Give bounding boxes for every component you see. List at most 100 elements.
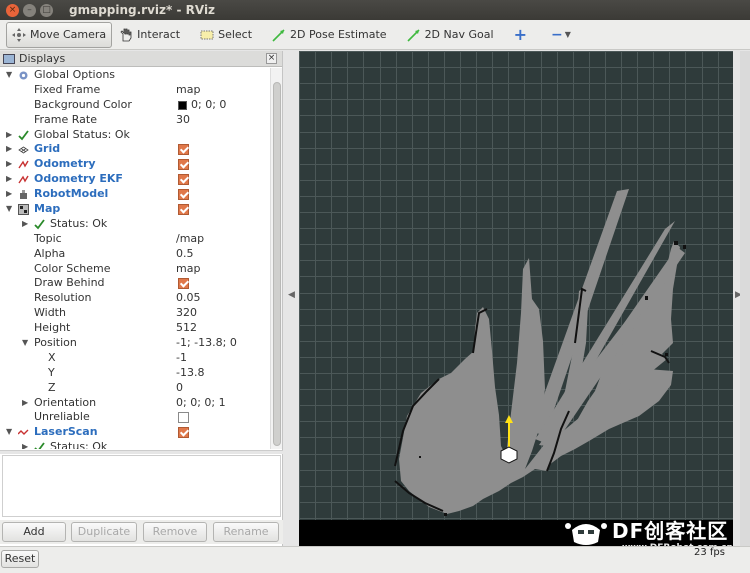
display-row[interactable]: ▶ Odometry xyxy=(0,157,270,172)
panel-close-icon[interactable]: × xyxy=(266,53,277,64)
expand-right-icon[interactable]: ▶ xyxy=(22,217,28,232)
display-row-value[interactable]: 512 xyxy=(176,321,197,336)
scrollbar-thumb[interactable] xyxy=(273,82,281,446)
display-row[interactable]: ▶ Orientation 0; 0; 0; 1 xyxy=(0,396,270,411)
display-row[interactable]: ▶ Global Status: Ok xyxy=(0,128,270,143)
enable-checkbox[interactable] xyxy=(178,189,189,201)
display-row[interactable]: ▶ Odometry EKF xyxy=(0,172,270,187)
expand-right-icon[interactable]: ▶ xyxy=(6,142,12,157)
display-row-value[interactable]: -13.8 xyxy=(176,366,204,381)
display-row[interactable]: Alpha 0.5 xyxy=(0,247,270,262)
expand-down-icon[interactable]: ▼ xyxy=(22,336,28,351)
tree-scrollbar[interactable] xyxy=(270,68,282,449)
display-row-value[interactable]: 320 xyxy=(176,306,197,321)
display-row-value[interactable]: -1; -13.8; 0 xyxy=(176,336,237,351)
expand-down-icon[interactable]: ▼ xyxy=(6,425,12,440)
remove-tool-button[interactable]: − ▼ xyxy=(546,22,576,48)
display-row[interactable]: Draw Behind xyxy=(0,276,270,291)
nav-goal-tool[interactable]: 2D Nav Goal xyxy=(402,22,499,48)
hand-icon xyxy=(119,28,133,42)
display-row[interactable]: Unreliable xyxy=(0,410,270,425)
display-row[interactable]: ▶ Grid xyxy=(0,142,270,157)
display-row-value[interactable]: 0; 0; 0; 1 xyxy=(176,396,226,411)
display-row[interactable]: ▶ RobotModel xyxy=(0,187,270,202)
expand-right-icon[interactable]: ▶ xyxy=(22,396,28,411)
nav-goal-label: 2D Nav Goal xyxy=(424,28,494,41)
add-tool-button[interactable]: + xyxy=(509,22,532,48)
window-title: gmapping.rviz* - RViz xyxy=(69,3,216,17)
map-obstacle-4 xyxy=(665,353,668,356)
expand-right-icon[interactable]: ▶ xyxy=(6,157,12,172)
rename-display-button[interactable]: Rename xyxy=(213,522,279,542)
display-row-label: Unreliable xyxy=(34,410,90,424)
display-row[interactable]: Frame Rate 30 xyxy=(0,113,270,128)
minimize-window-icon[interactable]: – xyxy=(23,3,36,17)
select-tool[interactable]: Select xyxy=(195,22,257,48)
left-collapse-arrow-icon[interactable]: ◀ xyxy=(288,290,295,300)
display-row-value[interactable]: /map xyxy=(176,232,204,247)
display-row-label: Status: Ok xyxy=(50,216,108,230)
monitor-icon xyxy=(3,53,15,64)
maximize-window-icon[interactable]: □ xyxy=(40,3,53,17)
display-row[interactable]: Height 512 xyxy=(0,321,270,336)
color-swatch[interactable] xyxy=(178,100,187,110)
expand-down-icon[interactable]: ▼ xyxy=(6,68,12,83)
display-row[interactable]: Width 320 xyxy=(0,306,270,321)
display-row-value[interactable]: -1 xyxy=(176,351,187,366)
display-row-label: Background Color xyxy=(34,97,132,111)
add-display-button[interactable]: Add xyxy=(2,522,66,542)
enable-checkbox[interactable] xyxy=(178,204,189,216)
display-row[interactable]: Z0 xyxy=(0,381,270,396)
interact-tool[interactable]: Interact xyxy=(114,22,185,48)
enable-checkbox[interactable] xyxy=(178,159,189,171)
duplicate-display-button[interactable]: Duplicate xyxy=(71,522,137,542)
display-row[interactable]: Color Scheme map xyxy=(0,262,270,277)
display-row-value[interactable]: 0; 0; 0 xyxy=(191,98,226,113)
pose-estimate-tool[interactable]: 2D Pose Estimate xyxy=(267,22,392,48)
render-view[interactable] xyxy=(299,51,733,546)
display-row-label: Global Options xyxy=(34,68,116,81)
grid-icon xyxy=(18,144,29,155)
panel-splitter[interactable] xyxy=(0,450,283,454)
expand-right-icon[interactable]: ▶ xyxy=(6,128,12,143)
display-row-value[interactable]: 0.05 xyxy=(176,291,201,306)
close-window-icon[interactable]: × xyxy=(6,3,19,17)
expand-right-icon[interactable]: ▶ xyxy=(6,187,12,202)
enable-checkbox[interactable] xyxy=(178,278,189,290)
display-row-value[interactable]: map xyxy=(176,83,200,98)
display-row[interactable]: ▶ Status: Ok xyxy=(0,217,270,232)
display-row[interactable]: ▼ Map xyxy=(0,202,270,217)
property-description-box xyxy=(2,455,281,517)
expand-right-icon[interactable]: ▶ xyxy=(6,172,12,187)
expand-down-icon[interactable]: ▼ xyxy=(6,202,12,217)
enable-checkbox[interactable] xyxy=(178,174,189,186)
enable-checkbox[interactable] xyxy=(178,427,189,439)
display-row[interactable]: Fixed Frame map xyxy=(0,83,270,98)
display-row-value[interactable]: 30 xyxy=(176,113,190,128)
reset-button[interactable]: Reset xyxy=(1,550,39,568)
remove-display-button[interactable]: Remove xyxy=(143,522,207,542)
move-camera-tool[interactable]: Move Camera xyxy=(6,21,113,48)
display-row[interactable]: ▼ Global Options xyxy=(0,68,270,83)
display-row-label: Resolution xyxy=(34,291,92,305)
display-row-label: Y xyxy=(48,365,55,379)
display-row[interactable]: ▶ Status: Ok xyxy=(0,440,270,449)
title-bar: × – □ gmapping.rviz* - RViz xyxy=(0,0,750,20)
display-row[interactable]: X -1 xyxy=(0,351,270,366)
enable-checkbox[interactable] xyxy=(178,412,189,424)
robot-icon xyxy=(18,189,29,200)
display-row-label: Status: Ok xyxy=(50,440,108,449)
display-row[interactable]: ▼ Position -1; -13.8; 0 xyxy=(0,336,270,351)
display-row[interactable]: Resolution 0.05 xyxy=(0,291,270,306)
display-row-value[interactable]: map xyxy=(176,262,200,277)
display-row[interactable]: Background Color 0; 0; 0 xyxy=(0,98,270,113)
expand-right-icon[interactable]: ▶ xyxy=(22,440,28,449)
enable-checkbox[interactable] xyxy=(178,144,189,156)
displays-panel-title: Displays xyxy=(19,52,66,65)
display-row-value[interactable]: 0 xyxy=(176,381,183,396)
display-row[interactable]: ▼ LaserScan xyxy=(0,425,270,440)
display-row[interactable]: Topic/map xyxy=(0,232,270,247)
display-row[interactable]: Y -13.8 xyxy=(0,366,270,381)
display-row-value[interactable]: 0.5 xyxy=(176,247,194,262)
displays-tree[interactable]: ▼ Global Options Fixed Frame map Background … xyxy=(0,68,270,449)
